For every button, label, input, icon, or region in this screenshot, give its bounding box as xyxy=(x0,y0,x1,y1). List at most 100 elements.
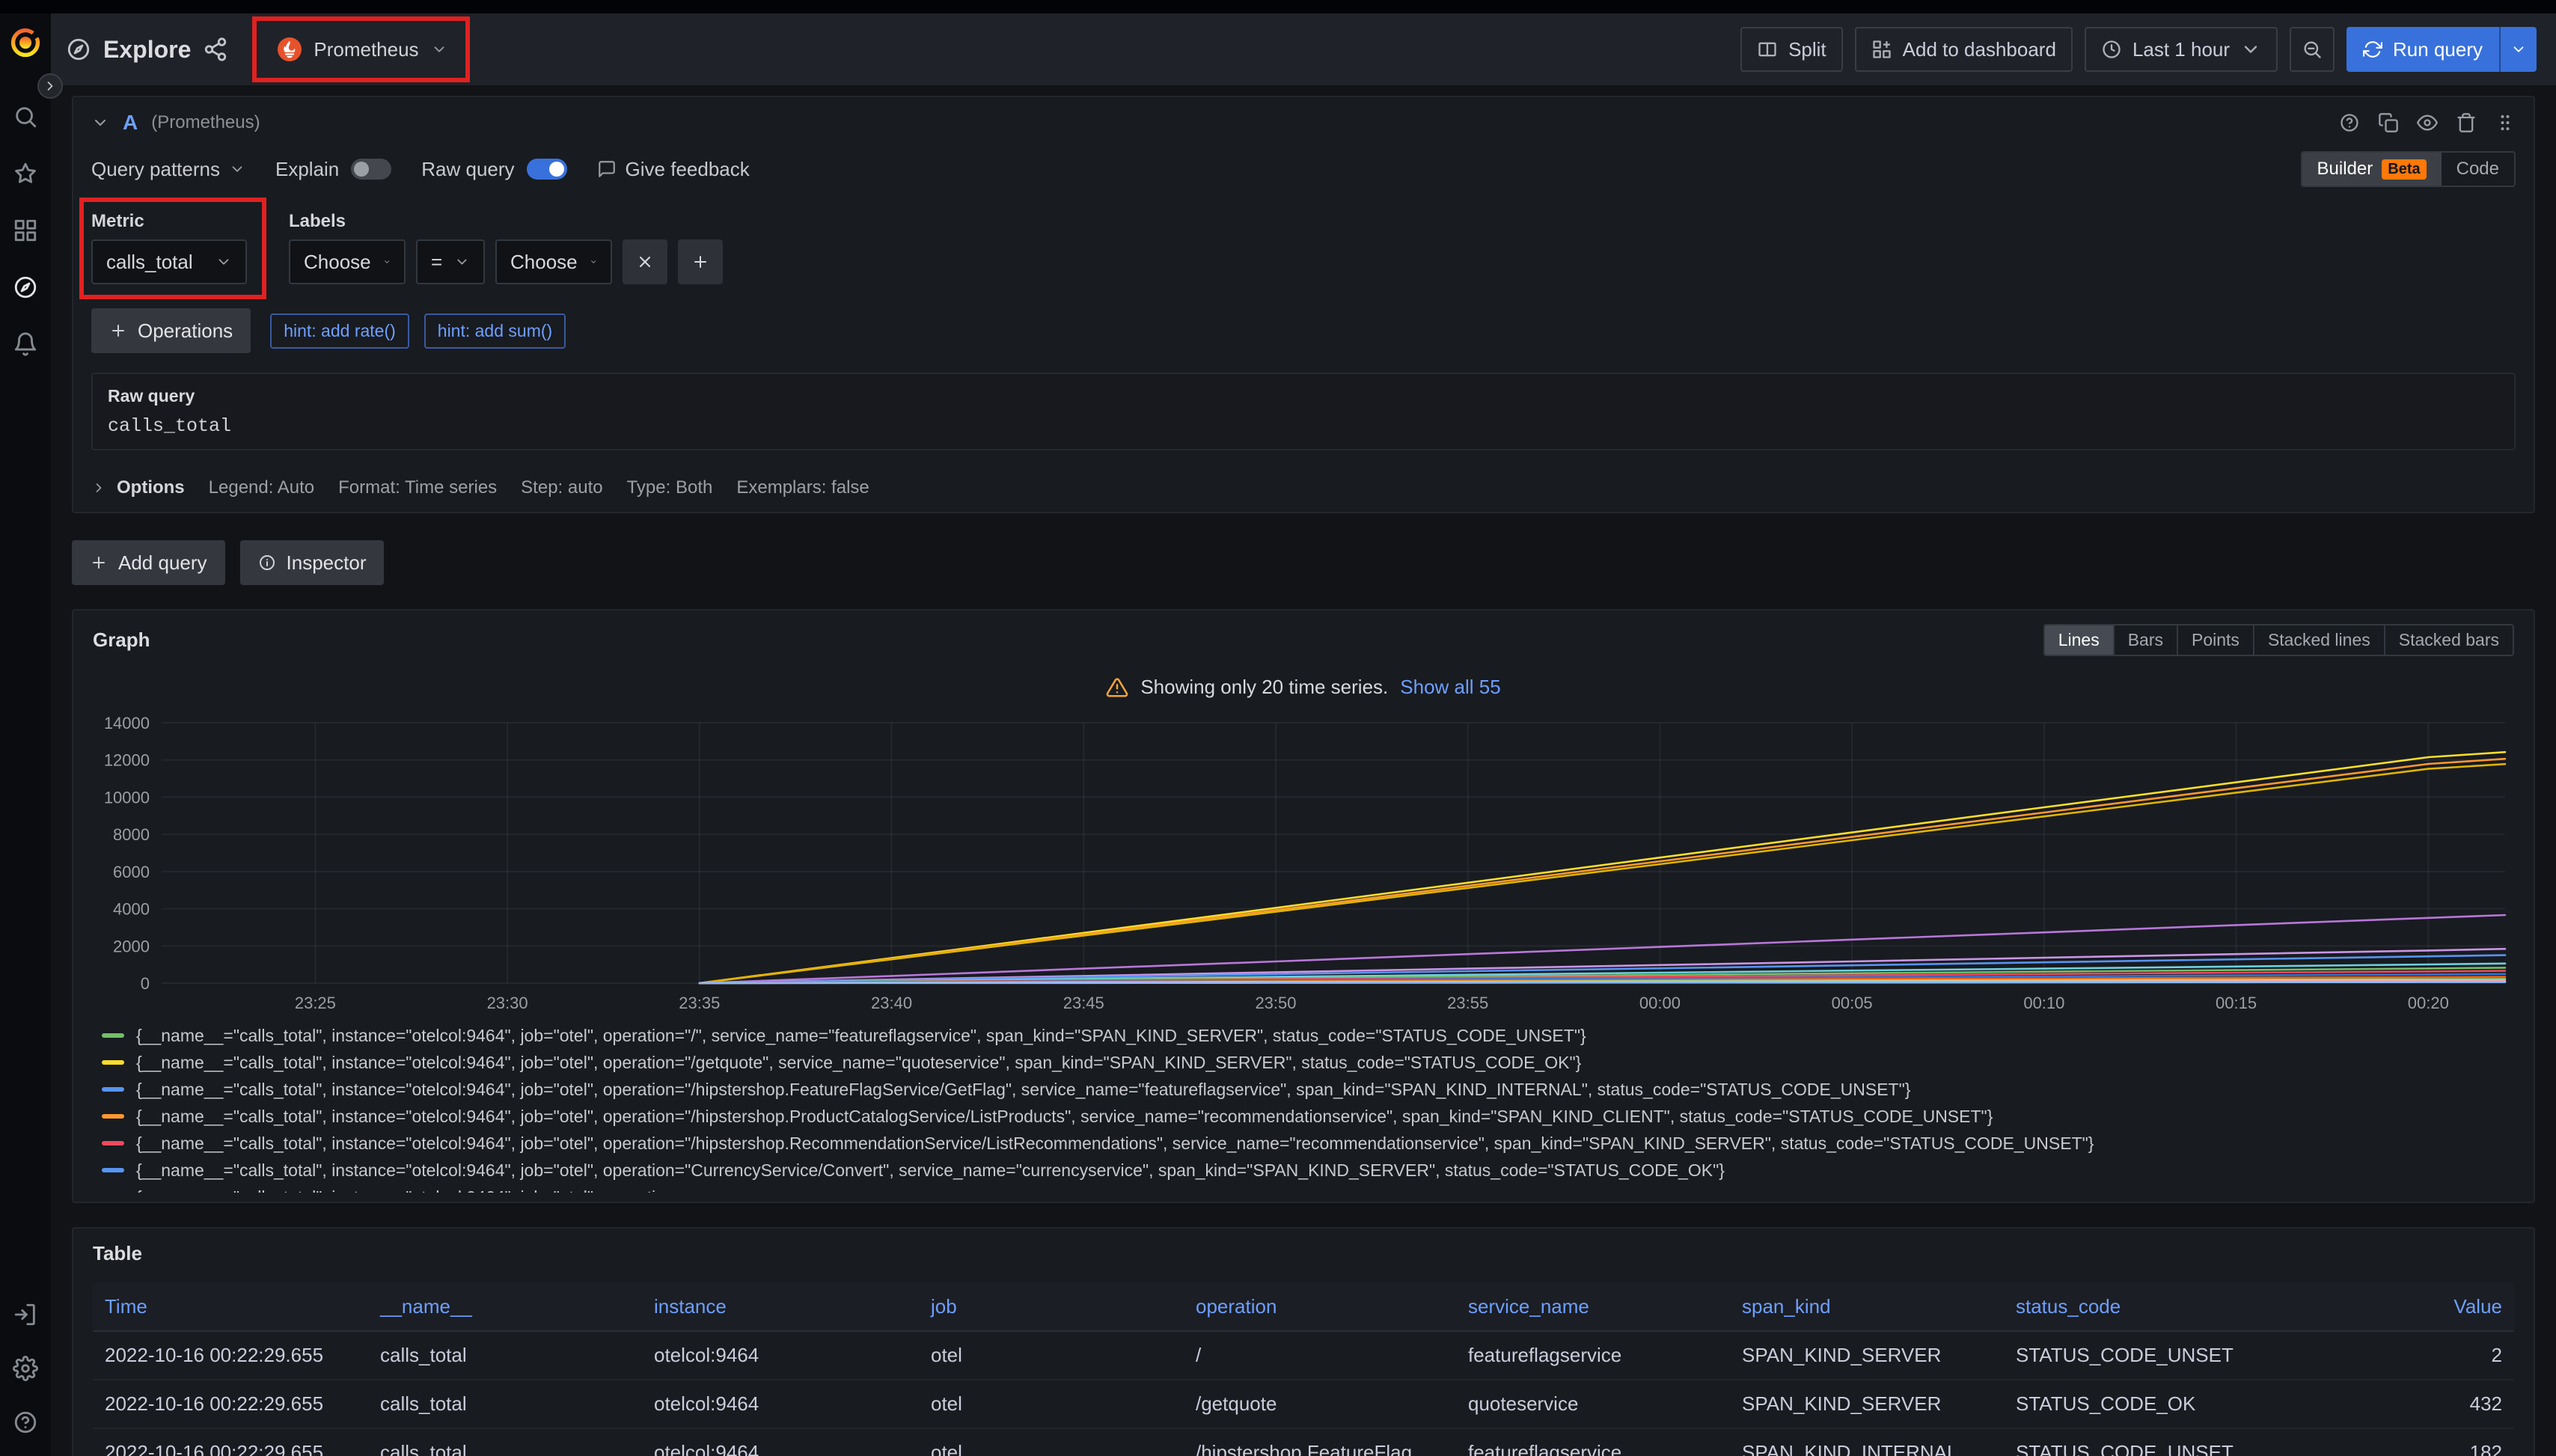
graph-mode-points[interactable]: Points xyxy=(2177,625,2253,655)
graph-mode-lines[interactable]: Lines xyxy=(2045,625,2113,655)
label-operator: = xyxy=(431,251,442,274)
table-header-operation[interactable]: operation xyxy=(1184,1283,1456,1332)
table-cell: STATUS_CODE_UNSET xyxy=(2004,1429,2278,1456)
raw-query-toggle-label: Raw query xyxy=(421,158,514,181)
show-all-series-link[interactable]: Show all 55 xyxy=(1400,676,1500,699)
run-query-button[interactable]: Run query xyxy=(2346,27,2499,72)
table-cell: otelcol:9464 xyxy=(642,1429,919,1456)
time-series-chart[interactable]: 0200040006000800010000120001400023:2523:… xyxy=(93,711,2514,1019)
legend-item[interactable]: {__name__="calls_total", instance="otelc… xyxy=(102,1049,2514,1076)
table-header-span-kind[interactable]: span_kind xyxy=(1730,1283,2004,1332)
options-summary-item: Legend: Auto xyxy=(209,477,314,498)
table-cell: featureflagservice xyxy=(1456,1429,1730,1456)
legend-item[interactable]: {__name__="calls_total", instance="otelc… xyxy=(102,1130,2514,1157)
inspector-button[interactable]: Inspector xyxy=(240,540,385,585)
metric-select[interactable]: calls_total xyxy=(91,239,247,284)
chart-legend: {__name__="calls_total", instance="otelc… xyxy=(93,1022,2514,1193)
sign-in-icon[interactable] xyxy=(13,1302,38,1327)
legend-item[interactable]: {__name__="calls_total", instance="otelc… xyxy=(102,1022,2514,1049)
raw-query-toggle[interactable] xyxy=(527,159,567,180)
table-header-time[interactable]: Time xyxy=(93,1283,368,1332)
collapse-query-icon[interactable] xyxy=(91,114,109,132)
builder-label: Builder xyxy=(2317,159,2373,180)
editor-mode-group: Builder Beta Code xyxy=(2301,151,2516,187)
code-mode-button[interactable]: Code xyxy=(2442,153,2514,186)
topbar: Explore Prometheus xyxy=(51,13,2556,85)
options-label: Options xyxy=(117,477,185,498)
zoom-out-button[interactable] xyxy=(2290,27,2335,72)
graph-mode-stacked-bars[interactable]: Stacked bars xyxy=(2384,625,2513,655)
sync-icon xyxy=(2363,40,2382,59)
table-cell: quoteservice xyxy=(1456,1380,1730,1429)
builder-mode-button[interactable]: Builder Beta xyxy=(2302,153,2442,186)
y-axis-tick-label: 0 xyxy=(141,974,150,993)
table-cell: featureflagservice xyxy=(1456,1332,1730,1380)
drag-handle-icon[interactable] xyxy=(2495,112,2516,133)
prometheus-logo-icon xyxy=(278,37,302,61)
give-feedback-button[interactable]: Give feedback xyxy=(597,158,750,181)
add-query-button[interactable]: Add query xyxy=(72,540,225,585)
label-operator-select[interactable]: = xyxy=(416,239,485,284)
query-patterns-dropdown[interactable]: Query patterns xyxy=(91,158,245,181)
share-icon[interactable] xyxy=(203,37,228,62)
label-key-select[interactable]: Choose xyxy=(289,239,406,284)
alerting-bell-icon[interactable] xyxy=(13,331,38,357)
query-hints: hint: add rate() hint: add sum() xyxy=(270,313,566,349)
trash-icon[interactable] xyxy=(2456,112,2477,133)
explain-toggle[interactable] xyxy=(351,159,391,180)
add-label-button[interactable] xyxy=(678,239,723,284)
query-hint-button[interactable]: hint: add rate() xyxy=(270,313,409,349)
label-value-select[interactable]: Choose xyxy=(495,239,612,284)
sidebar-expand-button[interactable] xyxy=(37,73,63,99)
table-cell: otel xyxy=(919,1429,1184,1456)
sidebar-bottom-nav xyxy=(13,1302,38,1435)
options-summary-item: Type: Both xyxy=(627,477,713,498)
eye-icon[interactable] xyxy=(2417,112,2438,133)
explore-compass-icon[interactable] xyxy=(13,275,38,300)
query-ref-id: A xyxy=(123,111,138,135)
search-icon[interactable] xyxy=(13,104,38,129)
table-cell: otel xyxy=(919,1380,1184,1429)
table-cell: otelcol:9464 xyxy=(642,1332,919,1380)
add-to-dashboard-button[interactable]: Add to dashboard xyxy=(1855,27,2073,72)
legend-item[interactable]: {__name__="calls_total", instance="otelc… xyxy=(102,1076,2514,1103)
legend-series-label: {__name__="calls_total", instance="otelc… xyxy=(136,1076,1910,1103)
chevron-down-icon xyxy=(383,254,391,270)
remove-label-button[interactable] xyxy=(623,239,667,284)
help-icon[interactable] xyxy=(13,1410,38,1435)
options-expander[interactable]: Options xyxy=(91,477,185,498)
table-header-status-code[interactable]: status_code xyxy=(2004,1283,2278,1332)
legend-item[interactable]: {__name__="calls_total", instance="otelc… xyxy=(102,1157,2514,1184)
y-axis-tick-label: 2000 xyxy=(113,937,150,955)
legend-series-color xyxy=(102,1168,124,1172)
table-header-service-name[interactable]: service_name xyxy=(1456,1283,1730,1332)
graph-mode-bars[interactable]: Bars xyxy=(2113,625,2177,655)
grafana-logo[interactable] xyxy=(8,25,43,65)
split-button[interactable]: Split xyxy=(1740,27,1843,72)
starred-icon[interactable] xyxy=(13,161,38,186)
dashboards-icon[interactable] xyxy=(13,218,38,243)
table-cell: STATUS_CODE_OK xyxy=(2004,1380,2278,1429)
run-query-dropdown[interactable] xyxy=(2499,27,2537,72)
legend-item-clipped[interactable]: {__name__="calls_total", instance="otelc… xyxy=(102,1184,2514,1193)
table-header--name-[interactable]: __name__ xyxy=(368,1283,642,1332)
table-cell: STATUS_CODE_UNSET xyxy=(2004,1332,2278,1380)
gear-icon[interactable] xyxy=(13,1356,38,1381)
query-hint-button[interactable]: hint: add sum() xyxy=(424,313,566,349)
table-title: Table xyxy=(93,1242,2514,1265)
chevron-down-icon xyxy=(454,254,470,270)
datasource-picker[interactable]: Prometheus xyxy=(264,27,460,72)
legend-series-label: {__name__="calls_total", instance="otelc… xyxy=(136,1103,1993,1130)
graph-mode-stacked-lines[interactable]: Stacked lines xyxy=(2253,625,2384,655)
x-icon xyxy=(636,253,654,271)
time-range-picker[interactable]: Last 1 hour xyxy=(2085,27,2278,72)
copy-icon[interactable] xyxy=(2378,112,2399,133)
table-header-job[interactable]: job xyxy=(919,1283,1184,1332)
chevron-down-icon xyxy=(215,254,232,270)
table-cell: calls_total xyxy=(368,1380,642,1429)
query-help-icon[interactable] xyxy=(2339,112,2360,133)
operations-button[interactable]: Operations xyxy=(91,308,251,353)
table-header-instance[interactable]: instance xyxy=(642,1283,919,1332)
legend-item[interactable]: {__name__="calls_total", instance="otelc… xyxy=(102,1103,2514,1130)
table-header-value[interactable]: Value xyxy=(2278,1283,2514,1332)
